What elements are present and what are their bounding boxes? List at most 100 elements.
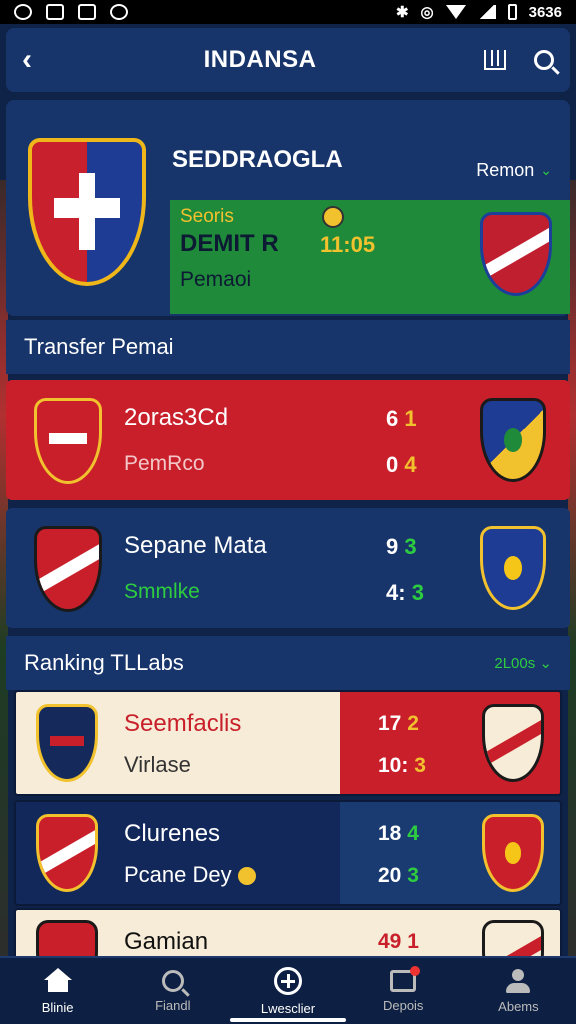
search-icon[interactable] xyxy=(534,50,554,70)
match-opponent: DEMIT R xyxy=(180,230,279,257)
row-subtitle: PemRco xyxy=(124,452,205,475)
ranking-team-name: Gamian xyxy=(124,928,209,955)
score-value: 6 xyxy=(386,406,399,431)
score-value: 3 xyxy=(411,580,424,605)
nav-label: Lwesclier xyxy=(260,1000,316,1016)
team-crest-right xyxy=(482,920,544,958)
score-value: 1 xyxy=(407,930,419,953)
score-value: 0 xyxy=(386,452,399,477)
mail-icon xyxy=(78,4,96,20)
ranking-subtitle: Virlase xyxy=(124,752,191,777)
row-team-name: Sepane Mata xyxy=(124,532,267,559)
status-time: 3636 xyxy=(528,3,562,21)
score-value: 3 xyxy=(404,534,417,559)
team-crest-left xyxy=(36,920,98,958)
notification-icon xyxy=(14,4,32,20)
ranking-filter-label: 2L00s xyxy=(494,655,536,672)
score-value: 49 xyxy=(378,930,402,953)
score-value: 3 xyxy=(407,864,419,887)
nav-label: Blinie xyxy=(41,999,74,1015)
match-status: Pemaoi xyxy=(180,268,252,291)
ranking-subtitle-text: Pcane Dey xyxy=(124,862,232,887)
row-subtitle: Smmlke xyxy=(124,580,200,603)
club-name: SEDDRAOGLA xyxy=(172,146,343,173)
ranking-score-top: 49 1 xyxy=(378,930,419,954)
row-score-bottom: 0 4 xyxy=(386,452,417,478)
transfer-section-header: Transfer Pemai xyxy=(6,320,570,374)
active-tab-indicator xyxy=(230,1018,346,1022)
bottom-navigation: Blinie Fiandl Lwesclier Depois Abems xyxy=(0,956,576,1024)
image-icon xyxy=(46,4,64,20)
nav-label: Fiandl xyxy=(155,997,191,1013)
ball-icon xyxy=(237,867,256,886)
club-card: SEDDRAOGLA Remon ⌄ Seoris DEMIT R 11:05 … xyxy=(6,100,570,316)
score-value: 4 xyxy=(407,822,419,845)
ball-icon xyxy=(322,206,344,228)
score-value: 4 xyxy=(404,452,417,477)
location-icon xyxy=(110,4,128,20)
ranking-row[interactable]: Seemfaclis Virlase 17 2 10: 3 xyxy=(14,690,562,796)
ranking-score-bottom: 10: 3 xyxy=(378,754,426,778)
ranking-team-name: Clurenes xyxy=(124,820,221,847)
ranking-subtitle: Pcane Dey xyxy=(124,862,256,888)
ranking-score-top: 17 2 xyxy=(378,712,419,736)
score-value: 2 xyxy=(407,712,419,735)
score-value: 18 xyxy=(378,822,402,845)
battery-icon xyxy=(507,4,517,20)
top-app-bar: ‹ INDANSA xyxy=(6,28,570,92)
score-value: 4: xyxy=(386,580,406,605)
notification-badge xyxy=(410,965,421,976)
ranking-score-bottom: 20 3 xyxy=(378,864,419,888)
news-icon xyxy=(390,965,421,992)
next-match-card[interactable]: Seoris DEMIT R 11:05 Pemaoi xyxy=(170,200,570,314)
row-team-name: 2oras3Cd xyxy=(124,404,229,431)
signal-icon xyxy=(477,5,496,19)
bluetooth-icon: ✱ xyxy=(395,4,409,21)
compass-icon xyxy=(274,966,302,995)
score-value: 1 xyxy=(404,406,417,431)
ranking-team-name: Seemfaclis xyxy=(124,710,242,737)
nav-label: Abems xyxy=(498,998,539,1014)
ranking-row[interactable]: Gamian 49 1 xyxy=(14,908,562,960)
stats-icon[interactable] xyxy=(484,50,506,70)
score-value: 9 xyxy=(386,534,399,559)
transfer-row[interactable]: Sepane Mata Smmlke 9 3 4: 3 xyxy=(6,508,570,628)
transfer-section-title: Transfer Pemai xyxy=(24,334,174,359)
page-title: INDANSA xyxy=(203,46,317,73)
ranking-section-header: Ranking TLLabs 2L00s ⌄ xyxy=(6,636,570,690)
score-value: 10: xyxy=(378,754,409,777)
transfer-row[interactable]: 2oras3Cd PemRco 6 1 0 4 xyxy=(6,380,570,500)
row-score-bottom: 4: 3 xyxy=(386,580,424,606)
score-value: 3 xyxy=(414,754,426,777)
score-value: 17 xyxy=(378,712,402,735)
search-icon xyxy=(161,969,184,992)
score-value: 20 xyxy=(378,864,402,887)
team-crest-right xyxy=(480,398,546,482)
home-icon xyxy=(43,967,72,992)
alarm-icon: ◎ xyxy=(420,4,434,21)
nav-label: Depois xyxy=(382,997,424,1013)
status-bar: ✱ ◎ 3636 xyxy=(0,0,576,24)
wifi-icon xyxy=(445,5,466,19)
nav-item-news[interactable]: Depois xyxy=(346,958,461,1024)
ranking-filter-dropdown[interactable]: 2L00s ⌄ xyxy=(494,654,552,672)
opponent-crest xyxy=(480,212,552,296)
team-crest-right xyxy=(480,526,546,610)
chevron-down-icon: ⌄ xyxy=(540,162,552,178)
back-arrow-icon[interactable]: ‹ xyxy=(22,43,62,77)
ranking-section-title: Ranking TLLabs xyxy=(24,650,184,675)
ranking-row[interactable]: Clurenes Pcane Dey 18 4 20 3 xyxy=(14,800,562,906)
profile-icon xyxy=(505,968,531,993)
team-crest-left xyxy=(34,398,102,484)
team-crest-left xyxy=(34,526,102,612)
nav-item-profile[interactable]: Abems xyxy=(461,958,576,1024)
match-league: Seoris xyxy=(180,206,234,227)
row-score-top: 6 1 xyxy=(386,406,417,432)
nav-item-explore[interactable]: Lwesclier xyxy=(230,958,345,1024)
match-time: 11:05 xyxy=(320,232,376,257)
season-label: Remon xyxy=(476,160,535,180)
nav-item-search[interactable]: Fiandl xyxy=(115,958,230,1024)
chevron-down-icon: ⌄ xyxy=(539,655,552,672)
nav-item-home[interactable]: Blinie xyxy=(0,958,115,1024)
season-dropdown[interactable]: Remon ⌄ xyxy=(476,160,552,181)
